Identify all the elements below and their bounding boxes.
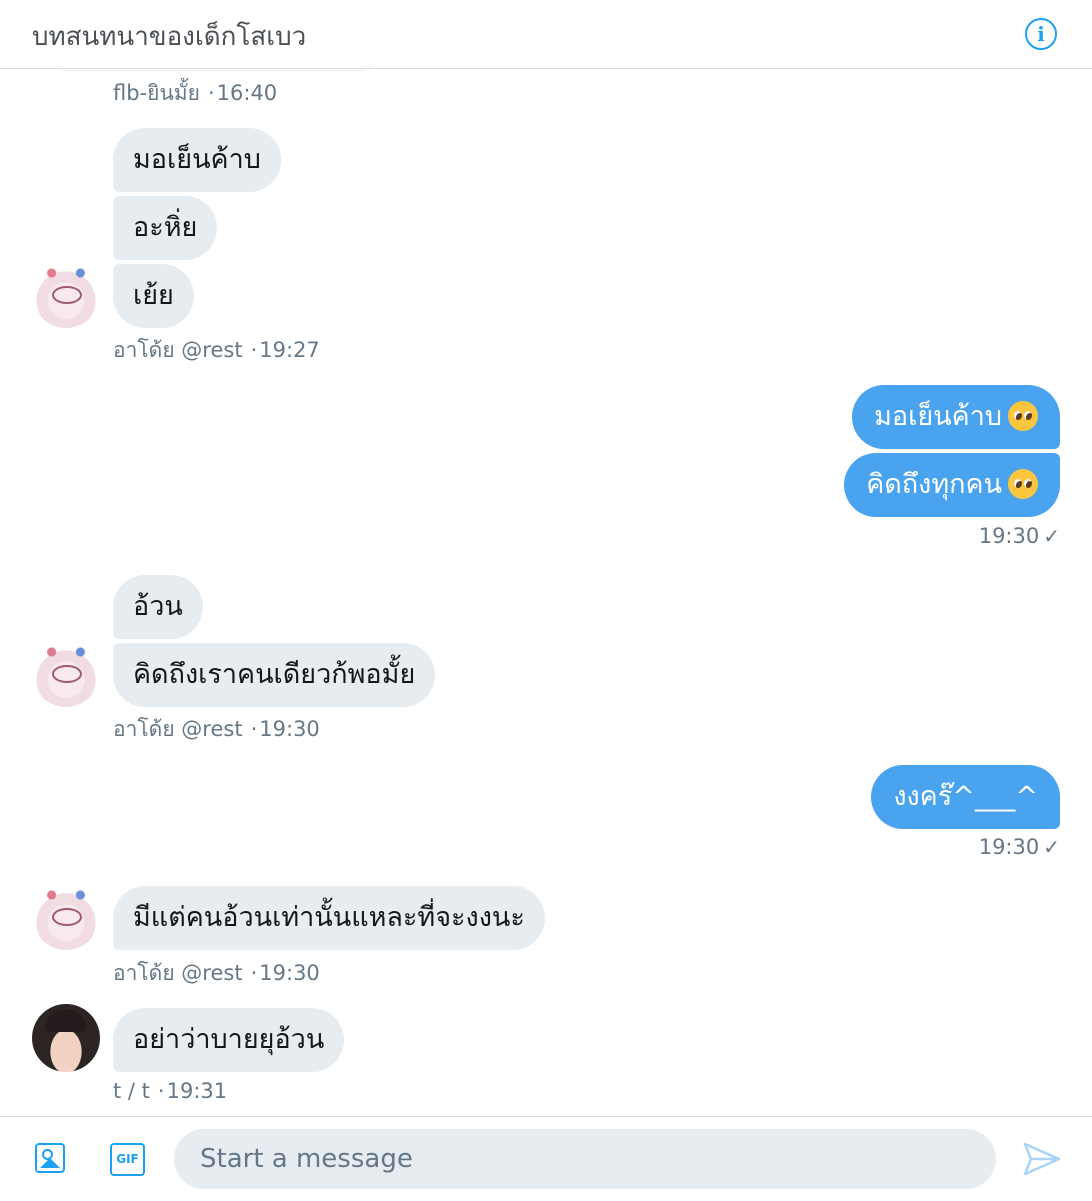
- sender-name: อาโด้ย @rest: [113, 961, 243, 985]
- outgoing-message[interactable]: คิดถึงทุกคน: [844, 453, 1060, 517]
- sent-check-icon: ✓: [1043, 835, 1060, 859]
- message-time: 19:30: [259, 961, 320, 985]
- sender-name: อาโด้ย @rest: [113, 338, 243, 362]
- message-time: 16:40: [216, 81, 278, 105]
- pleading-face-emoji: [1008, 400, 1038, 431]
- image-icon[interactable]: [35, 1143, 65, 1173]
- outgoing-message[interactable]: มอเย็นค้าบ: [852, 385, 1060, 449]
- send-icon[interactable]: [1022, 1141, 1062, 1177]
- meta-separator: ·: [250, 961, 258, 985]
- message-meta: 19:30 ✓: [979, 835, 1060, 859]
- sender-avatar[interactable]: [32, 1004, 100, 1072]
- info-icon[interactable]: i: [1025, 18, 1057, 50]
- incoming-message[interactable]: คิดถึงเราคนเดียวก้พอมั้ย: [113, 643, 436, 707]
- incoming-message[interactable]: อะหิ่ย: [113, 196, 218, 260]
- message-time: 19:30: [259, 717, 320, 741]
- meta-separator: ·: [250, 717, 258, 741]
- sent-check-icon: ✓: [1043, 524, 1060, 548]
- message-time: 19:27: [259, 338, 320, 362]
- message-text: คิดถึงทุกคน: [866, 469, 1002, 500]
- sender-name: อาโด้ย @rest: [113, 717, 243, 741]
- message-meta: flb-ยินมั้ย ·16:40: [113, 77, 277, 110]
- incoming-message[interactable]: อ้วน: [113, 575, 203, 639]
- meta-separator: ·: [250, 338, 258, 362]
- pleading-face-emoji: [1008, 468, 1038, 499]
- message-meta: อาโด้ย @rest ·19:30: [113, 957, 320, 990]
- message-meta: 19:30 ✓: [979, 524, 1060, 548]
- message-time: 19:31: [166, 1079, 228, 1103]
- gif-button[interactable]: GIF: [110, 1143, 145, 1176]
- meta-separator: ·: [157, 1079, 165, 1103]
- sender-avatar[interactable]: [32, 260, 100, 328]
- incoming-message[interactable]: มีแต่คนอ้วนเท่านั้นแหละที่จะงงนะ: [113, 886, 545, 950]
- message-time: 19:30: [978, 835, 1040, 859]
- conversation-title: บทสนทนาของเด็กโสเบว: [32, 22, 307, 52]
- sender-name: t / t: [113, 1079, 150, 1103]
- previous-message-bubble: [55, 58, 373, 71]
- message-composer: GIF: [0, 1116, 1092, 1201]
- message-meta: อาโด้ย @rest ·19:27: [113, 334, 320, 367]
- sender-avatar[interactable]: [32, 639, 100, 707]
- meta-separator: ·: [207, 81, 215, 105]
- message-meta: t / t ·19:31: [113, 1079, 227, 1103]
- incoming-message[interactable]: เย้ย: [113, 264, 194, 328]
- message-text: มอเย็นค้าบ: [874, 401, 1002, 432]
- message-meta: อาโด้ย @rest ·19:30: [113, 713, 320, 746]
- incoming-message[interactable]: อย่าว่าบายยุอ้วน: [113, 1008, 345, 1072]
- sender-name: flb-ยินมั้ย: [113, 81, 200, 105]
- sender-avatar[interactable]: [32, 882, 100, 950]
- incoming-message[interactable]: มอเย็นค้าบ: [113, 128, 281, 192]
- message-input[interactable]: [174, 1129, 996, 1189]
- message-time: 19:30: [978, 524, 1040, 548]
- outgoing-message[interactable]: งงคร๊^___^: [871, 765, 1060, 829]
